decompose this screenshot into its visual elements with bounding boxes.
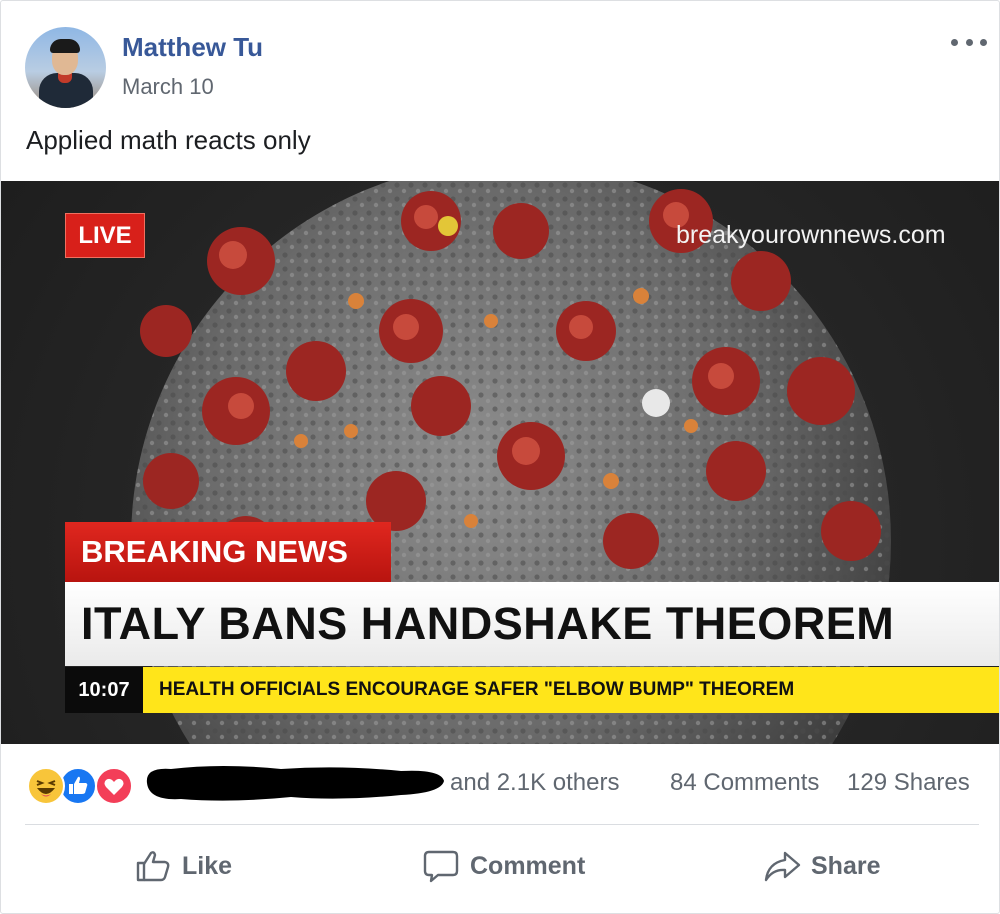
author-name[interactable]: Matthew Tu	[122, 32, 263, 63]
like-button[interactable]: Like	[134, 843, 232, 889]
news-ticker: HEALTH OFFICIALS ENCOURAGE SAFER "ELBOW …	[143, 667, 999, 713]
post-date[interactable]: March 10	[122, 74, 214, 100]
share-button[interactable]: Share	[763, 843, 880, 889]
shares-count[interactable]: 129 Shares	[847, 769, 970, 797]
post-image[interactable]: LIVE breakyourownnews.com BREAKING NEWS …	[1, 181, 999, 744]
divider	[25, 824, 979, 825]
haha-icon	[27, 767, 65, 805]
news-headline: ITALY BANS HANDSHAKE THEOREM	[65, 582, 999, 666]
redacted-names	[146, 766, 444, 801]
share-label: Share	[811, 851, 881, 880]
live-badge: LIVE	[65, 213, 145, 258]
like-label: Like	[182, 851, 233, 880]
ticker-time: 10:07	[65, 667, 143, 713]
comment-button[interactable]: Comment	[422, 843, 585, 889]
avatar[interactable]	[25, 27, 106, 108]
share-arrow-icon	[764, 851, 801, 882]
thumbs-up-icon	[136, 851, 170, 882]
comment-label: Comment	[470, 851, 586, 880]
breaking-news-label: BREAKING NEWS	[65, 522, 391, 582]
reactors-count[interactable]: and 2.1K others	[450, 769, 619, 797]
post-card: Matthew Tu March 10 Applied math reacts …	[0, 0, 1000, 914]
love-icon	[95, 767, 133, 805]
reaction-icons[interactable]	[27, 767, 137, 805]
post-caption: Applied math reacts only	[26, 125, 311, 155]
source-site: breakyourownnews.com	[676, 221, 946, 249]
comments-count[interactable]: 84 Comments	[670, 769, 819, 797]
more-options-icon[interactable]	[951, 35, 987, 49]
speech-bubble-icon	[423, 850, 459, 883]
